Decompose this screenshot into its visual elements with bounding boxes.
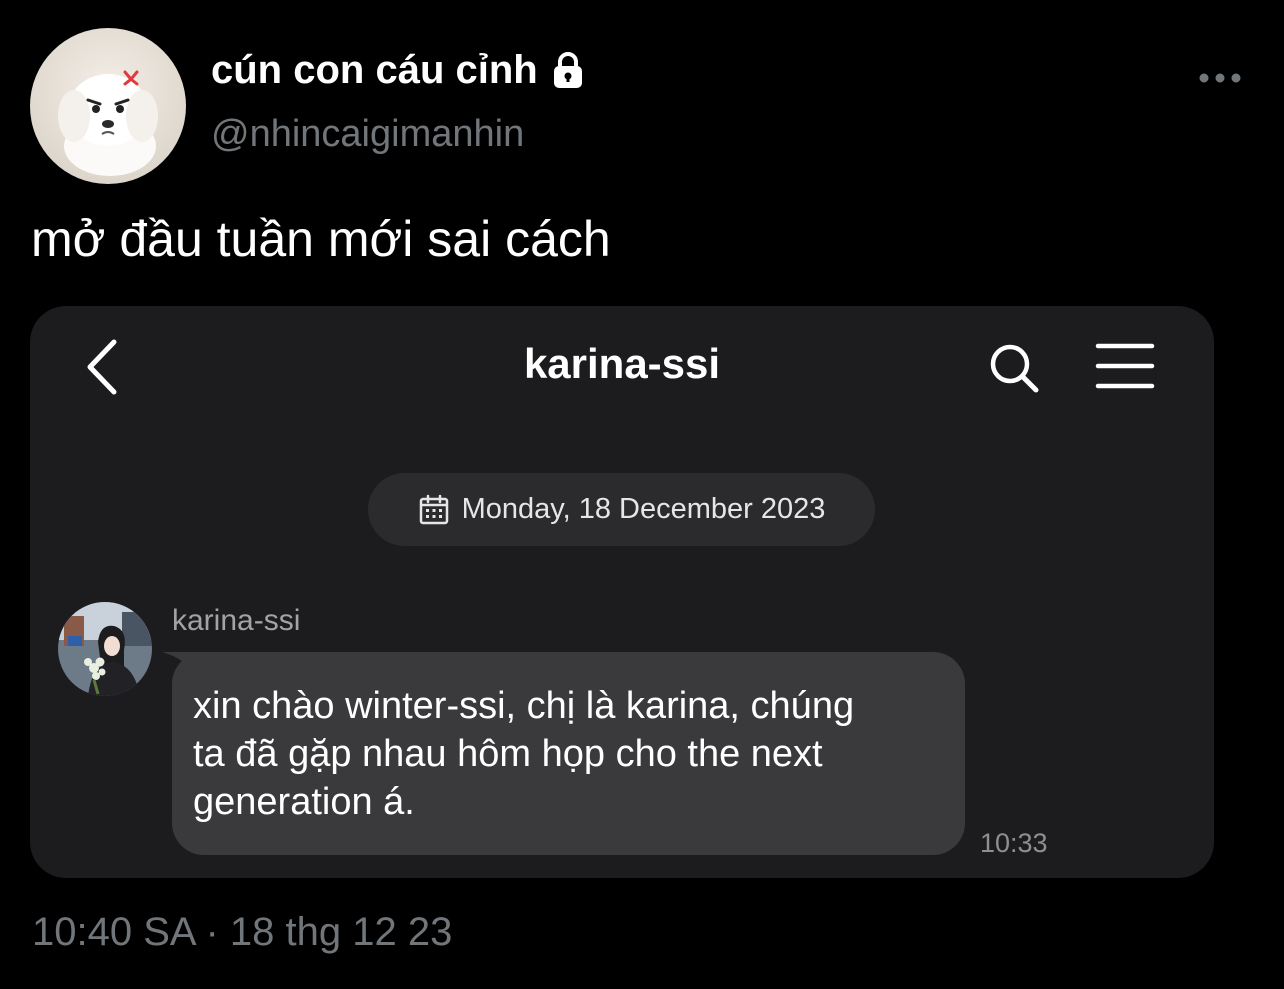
message-time: 10:33 xyxy=(980,828,1048,858)
message-line: xin chào winter-ssi, chị là karina, chún… xyxy=(193,685,855,727)
display-name-row: cún con cáu cỉnh xyxy=(211,44,588,96)
hamburger-menu-icon xyxy=(1094,340,1156,392)
message-bubble: xin chào winter-ssi, chị là karina, chún… xyxy=(172,652,965,855)
message-line: ta đã gặp nhau hôm họp cho the next xyxy=(193,733,823,775)
sender-name: karina-ssi xyxy=(172,604,301,637)
more-horizontal-icon xyxy=(1199,73,1241,83)
message-line: generation á. xyxy=(193,781,415,823)
date-label: Monday, 18 December 2023 xyxy=(461,493,826,525)
profile-avatar[interactable] xyxy=(30,28,186,184)
search-icon xyxy=(984,338,1044,398)
date-separator: Monday, 18 December 2023 xyxy=(368,473,875,546)
calendar-icon xyxy=(418,494,450,526)
chevron-left-icon xyxy=(76,336,130,398)
display-name[interactable]: cún con cáu cỉnh xyxy=(211,48,538,93)
more-options-button[interactable] xyxy=(1196,62,1244,94)
lock-icon xyxy=(548,50,588,90)
tweet-text: mở đầu tuần mới sai cách xyxy=(31,211,611,267)
sender-avatar xyxy=(58,602,152,696)
tweet-timestamp[interactable]: 10:40 SA · 18 thg 12 23 xyxy=(32,910,452,955)
user-handle[interactable]: @nhincaigimanhin xyxy=(211,113,524,156)
chat-title: karina-ssi xyxy=(523,340,721,387)
